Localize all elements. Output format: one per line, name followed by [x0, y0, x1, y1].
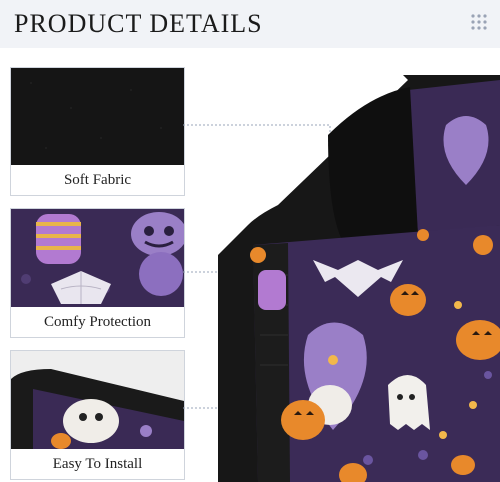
comfy-protection-caption: Comfy Protection: [11, 307, 184, 337]
header-bar: PRODUCT DETAILS: [0, 0, 500, 48]
strap-install-closeup-image: [11, 351, 184, 449]
soft-fabric-caption: Soft Fabric: [11, 165, 184, 195]
seat-belt-pad-product-image: [218, 75, 500, 482]
easy-install-panel: Easy To Install: [10, 350, 185, 480]
easy-install-caption: Easy To Install: [11, 449, 184, 479]
halloween-print-closeup-image: [11, 209, 184, 307]
soft-fabric-panel: Soft Fabric: [10, 67, 185, 196]
page-title: PRODUCT DETAILS: [14, 9, 263, 38]
dot-grid-icon: [471, 14, 487, 30]
comfy-protection-panel: Comfy Protection: [10, 208, 185, 338]
black-fabric-closeup-image: [11, 68, 184, 165]
